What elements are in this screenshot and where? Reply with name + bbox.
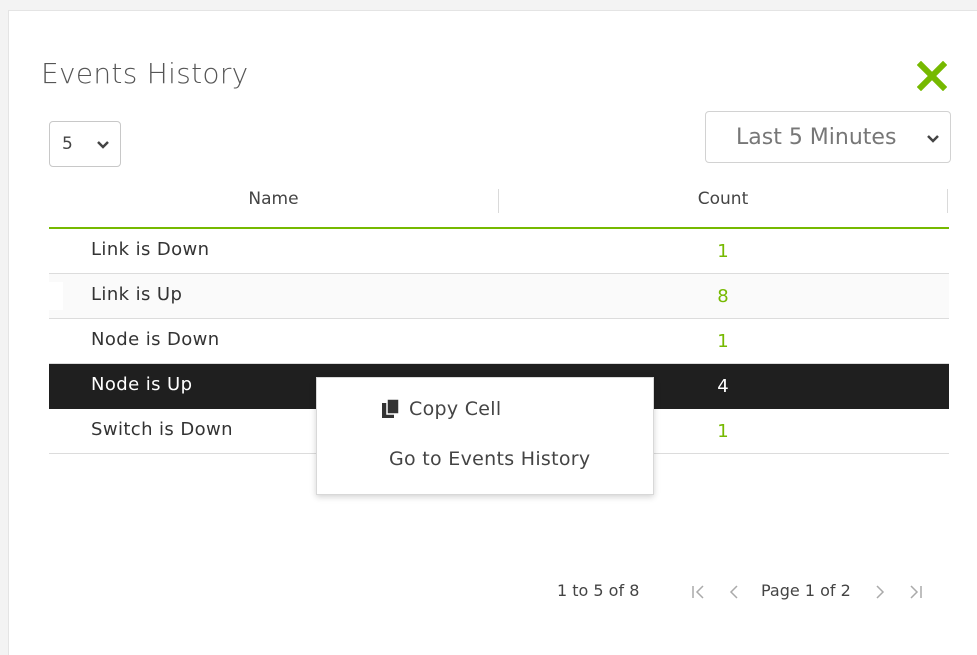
next-page-button[interactable]	[871, 583, 889, 601]
grid-header: Name Count	[49, 183, 949, 229]
column-separator[interactable]	[947, 189, 948, 213]
previous-page-button[interactable]	[725, 583, 743, 601]
column-header-count[interactable]: Count	[498, 183, 948, 227]
cell-name[interactable]: Link is Down	[91, 239, 210, 260]
context-menu: Copy Cell Go to Events History	[316, 377, 654, 495]
chevron-left-icon	[729, 585, 738, 599]
close-button[interactable]	[916, 60, 957, 101]
time-range-select[interactable]: Last 5 Minutes	[705, 111, 951, 163]
menu-item-go-to-events-history[interactable]: Go to Events History	[317, 444, 653, 484]
cell-name[interactable]: Switch is Down	[91, 419, 233, 440]
last-page-icon	[910, 585, 922, 599]
cell-count[interactable]: 1	[498, 241, 948, 262]
time-range-value: Last 5 Minutes	[736, 124, 897, 150]
first-page-icon	[692, 585, 704, 599]
menu-item-label: Go to Events History	[389, 448, 591, 470]
cell-count[interactable]: 8	[498, 286, 948, 307]
column-header-name[interactable]: Name	[49, 183, 498, 227]
page-size-value: 5	[62, 134, 73, 154]
table-row[interactable]: Link is Up 8	[49, 274, 949, 319]
table-row[interactable]: Node is Down 1	[49, 319, 949, 364]
page-size-select[interactable]: 5	[49, 121, 121, 167]
cell-name[interactable]: Node is Down	[91, 329, 220, 350]
first-page-button[interactable]	[689, 583, 707, 601]
row-stub	[49, 282, 63, 310]
cell-name[interactable]: Link is Up	[91, 284, 182, 305]
menu-item-copy-cell[interactable]: Copy Cell	[317, 392, 653, 432]
menu-item-label: Copy Cell	[409, 398, 502, 420]
chevron-down-icon	[927, 135, 939, 143]
cell-name[interactable]: Node is Up	[91, 374, 192, 395]
events-history-panel: Events History 5 Last 5 Minutes Name Cou…	[8, 10, 977, 655]
cell-count[interactable]: 1	[498, 331, 948, 352]
close-icon	[916, 60, 948, 92]
chevron-down-icon	[97, 141, 109, 149]
chevron-right-icon	[876, 585, 885, 599]
pagination-summary: 1 to 5 of 8	[557, 581, 640, 600]
last-page-button[interactable]	[907, 583, 925, 601]
copy-icon	[382, 398, 400, 418]
table-row[interactable]: Link is Down 1	[49, 229, 949, 274]
panel-title: Events History	[41, 57, 249, 90]
page-indicator: Page 1 of 2	[761, 581, 851, 600]
